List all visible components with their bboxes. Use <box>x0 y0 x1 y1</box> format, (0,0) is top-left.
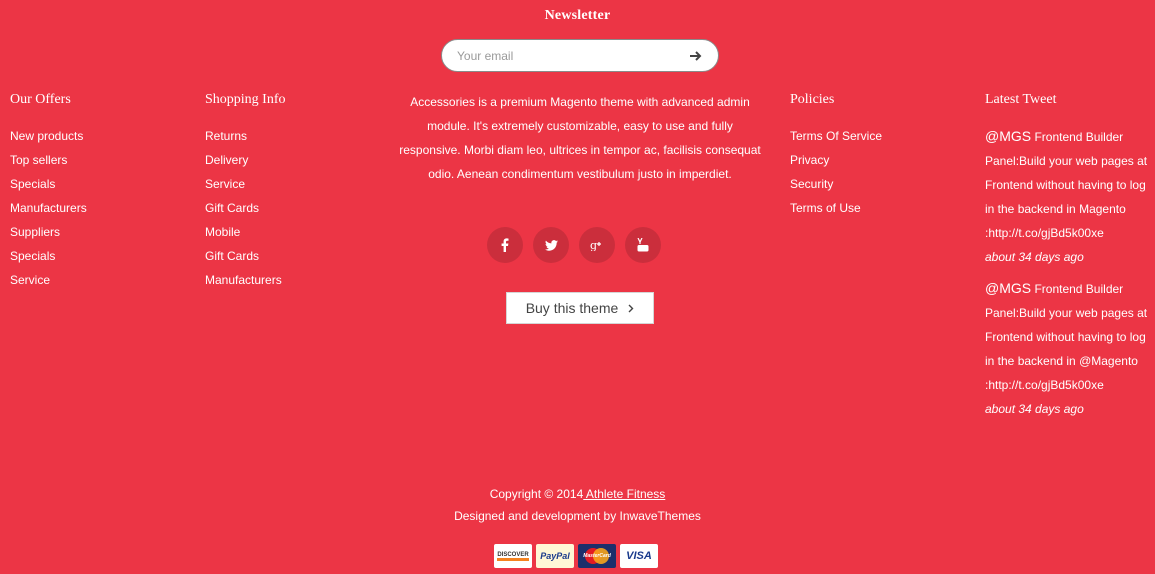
tweet-handle[interactable]: @MGS <box>985 280 1031 296</box>
newsletter-title: Newsletter <box>544 8 611 23</box>
tweet-time: about 34 days ago <box>985 402 1084 416</box>
offers-column: Our Offers New products Top sellers Spec… <box>10 90 87 292</box>
shopping-link[interactable]: Mobile <box>205 220 286 244</box>
shopping-list: Returns Delivery Service Gift Cards Mobi… <box>205 124 286 292</box>
offers-list: New products Top sellers Specials Manufa… <box>10 124 87 292</box>
copyright-line: Copyright © 2014 Athlete Fitness <box>0 483 1155 505</box>
google-plus-icon: g <box>590 239 601 251</box>
offers-title: Our Offers <box>10 92 71 107</box>
tweet-text: Frontend Builder Panel:Build your web pa… <box>985 130 1148 240</box>
credits-text: Designed and development by InwaveThemes <box>454 509 701 523</box>
tweet-handle[interactable]: @MGS <box>985 128 1031 144</box>
arrow-right-icon <box>690 50 702 61</box>
tweet-item: @MGS Frontend Builder Panel:Build your w… <box>985 124 1153 269</box>
offers-link[interactable]: Service <box>10 268 87 292</box>
youtube-button[interactable] <box>625 227 661 263</box>
tweets-title: Latest Tweet <box>985 92 1057 107</box>
paypal-icon: PayPal <box>536 544 574 568</box>
shopping-link[interactable]: Returns <box>205 124 286 148</box>
facebook-button[interactable] <box>487 227 523 263</box>
svg-text:g: g <box>590 239 597 251</box>
email-input[interactable] <box>442 48 674 63</box>
shopping-link[interactable]: Delivery <box>205 148 286 172</box>
social-links: g <box>487 227 661 263</box>
policies-link[interactable]: Security <box>790 172 882 196</box>
shopping-link[interactable]: Manufacturers <box>205 268 286 292</box>
twitter-button[interactable] <box>533 227 569 263</box>
offers-link[interactable]: Specials <box>10 172 87 196</box>
offers-link[interactable]: Suppliers <box>10 220 87 244</box>
copyright-text: Copyright © 2014 <box>489 487 584 501</box>
youtube-icon <box>637 238 649 252</box>
newsletter-submit-button[interactable] <box>674 40 718 71</box>
tweet-text: Frontend Builder Panel:Build your web pa… <box>985 282 1148 392</box>
shopping-title: Shopping Info <box>205 92 286 107</box>
tweets-column: Latest Tweet @MGS Frontend Builder Panel… <box>985 90 1153 421</box>
newsletter-form <box>441 39 719 72</box>
mastercard-icon: MasterCard <box>578 544 616 568</box>
offers-link[interactable]: Manufacturers <box>10 196 87 220</box>
policies-title: Policies <box>790 92 835 107</box>
shopping-link[interactable]: Gift Cards <box>205 196 286 220</box>
copyright-block: Copyright © 2014 Athlete Fitness Designe… <box>0 483 1155 527</box>
policies-link[interactable]: Terms of Use <box>790 196 882 220</box>
chevron-right-icon <box>628 304 634 312</box>
buy-theme-button[interactable]: Buy this theme <box>506 292 654 324</box>
offers-link[interactable]: Specials <box>10 244 87 268</box>
policies-link[interactable]: Privacy <box>790 148 882 172</box>
facebook-icon <box>501 238 509 252</box>
offers-link[interactable]: New products <box>10 124 87 148</box>
shopping-link[interactable]: Gift Cards <box>205 244 286 268</box>
policies-column: Policies Terms Of Service Privacy Securi… <box>790 90 882 220</box>
shopping-column: Shopping Info Returns Delivery Service G… <box>205 90 286 292</box>
twitter-icon <box>544 239 558 251</box>
google-plus-button[interactable]: g <box>579 227 615 263</box>
policies-link[interactable]: Terms Of Service <box>790 124 882 148</box>
about-text: Accessories is a premium Magento theme w… <box>399 95 761 181</box>
offers-link[interactable]: Top sellers <box>10 148 87 172</box>
brand-link[interactable]: Athlete Fitness <box>583 487 665 501</box>
shopping-link[interactable]: Service <box>205 172 286 196</box>
payment-methods: DISCOVER PayPal MasterCard VISA <box>494 544 658 568</box>
tweet-time: about 34 days ago <box>985 250 1084 264</box>
discover-card-icon: DISCOVER <box>494 544 532 568</box>
buy-theme-label: Buy this theme <box>525 300 619 316</box>
policies-list: Terms Of Service Privacy Security Terms … <box>790 124 882 220</box>
visa-icon: VISA <box>620 544 658 568</box>
tweet-item: @MGS Frontend Builder Panel:Build your w… <box>985 276 1153 421</box>
